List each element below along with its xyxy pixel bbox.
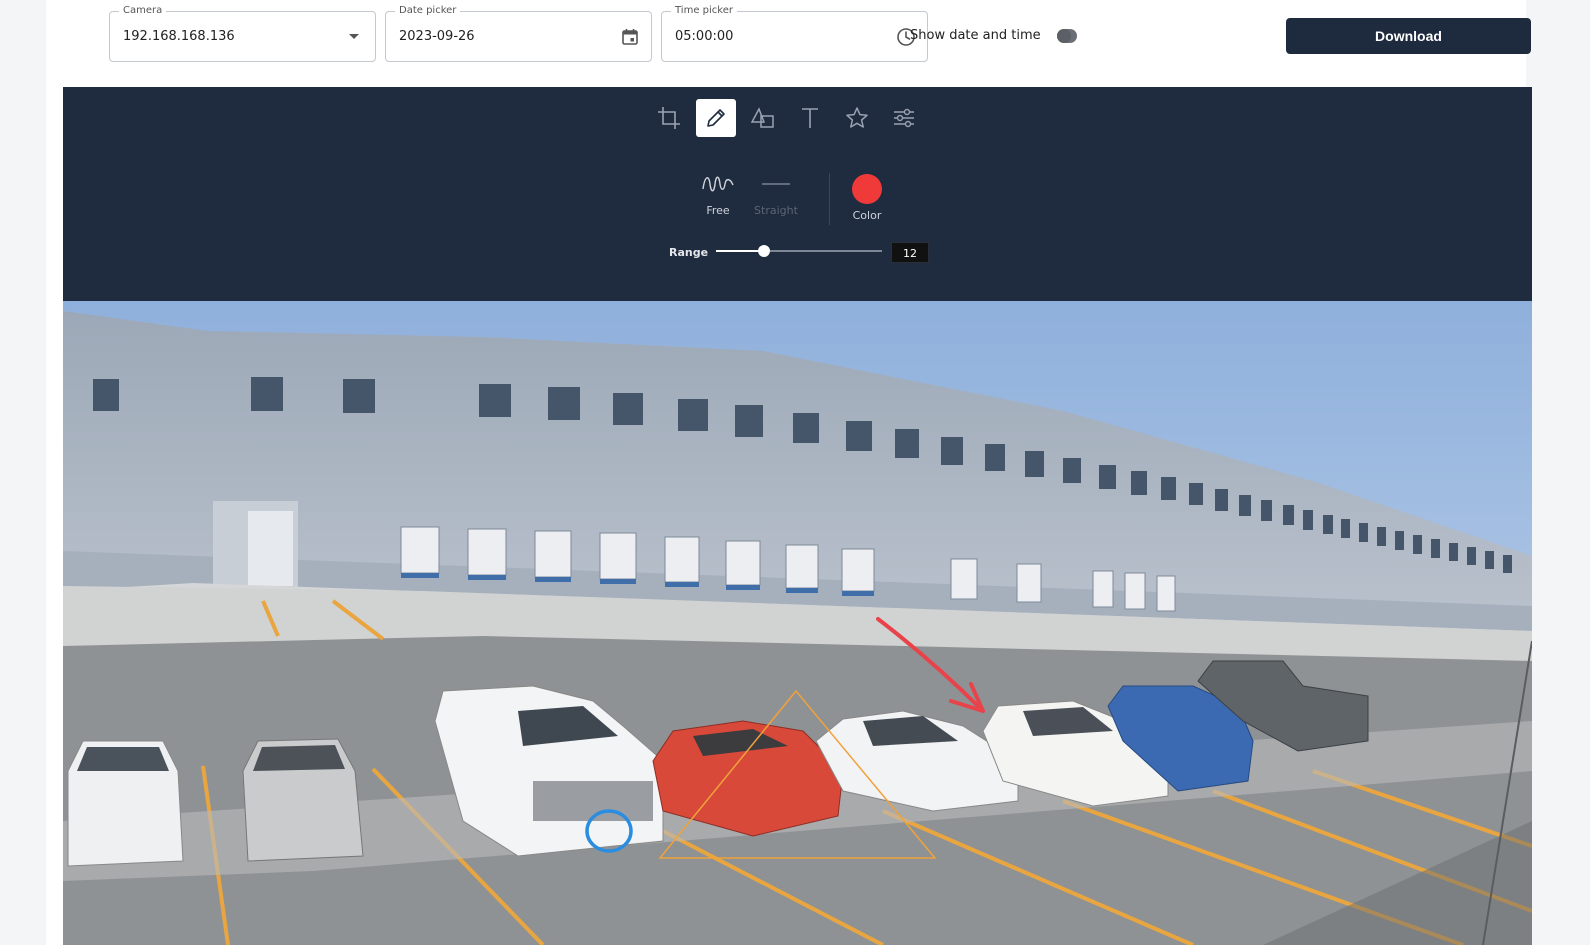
straight-line-icon: [762, 183, 790, 185]
chevron-down-icon[interactable]: [343, 26, 365, 48]
range-slider-fill: [716, 250, 765, 252]
range-slider[interactable]: [716, 245, 882, 257]
star-icon: [846, 107, 868, 128]
draw-mode-straight[interactable]: Straight: [746, 173, 806, 217]
camera-image-canvas[interactable]: [63, 301, 1532, 945]
text-tool[interactable]: [790, 99, 830, 137]
draw-tool[interactable]: [696, 99, 736, 137]
shape-tool[interactable]: [743, 99, 783, 137]
time-value: 05:00:00: [675, 29, 734, 44]
date-label: Date picker: [395, 5, 461, 17]
free-label: Free: [706, 204, 730, 217]
menu-divider: [829, 173, 830, 225]
time-label: Time picker: [671, 5, 737, 17]
calendar-icon[interactable]: [619, 26, 641, 48]
show-datetime-toggle[interactable]: [1057, 29, 1077, 43]
image-editor: Free Straight Color Range 12: [63, 87, 1532, 945]
date-picker[interactable]: Date picker 2023-09-26: [385, 5, 652, 62]
camera-value: 192.168.168.136: [123, 29, 235, 44]
camera-select[interactable]: Camera 192.168.168.136: [109, 5, 376, 62]
crop-tool[interactable]: [649, 99, 689, 137]
sticker-tool[interactable]: [837, 99, 877, 137]
download-button[interactable]: Download: [1286, 18, 1531, 54]
color-label: Color: [852, 209, 882, 222]
straight-label: Straight: [754, 204, 798, 217]
camera-label: Camera: [119, 5, 167, 17]
range-slider-thumb[interactable]: [758, 245, 771, 257]
time-picker[interactable]: Time picker 05:00:00: [661, 5, 928, 62]
parking-lot-scene: [63, 301, 1532, 945]
crop-icon: [658, 107, 680, 129]
shapes-icon: [750, 107, 774, 128]
range-label: Range: [669, 246, 709, 259]
toggle-knob: [1057, 29, 1071, 43]
color-picker-button[interactable]: [852, 174, 882, 204]
date-value: 2023-09-26: [399, 29, 475, 44]
draw-mode-free[interactable]: Free: [688, 173, 748, 217]
pencil-icon: [707, 109, 725, 127]
show-datetime-label: Show date and time: [910, 28, 1041, 43]
adjust-icon: [894, 108, 914, 128]
free-line-icon: [702, 176, 734, 192]
text-icon: [802, 108, 818, 128]
range-value-input[interactable]: 12: [891, 242, 929, 263]
filter-tool[interactable]: [884, 99, 924, 137]
